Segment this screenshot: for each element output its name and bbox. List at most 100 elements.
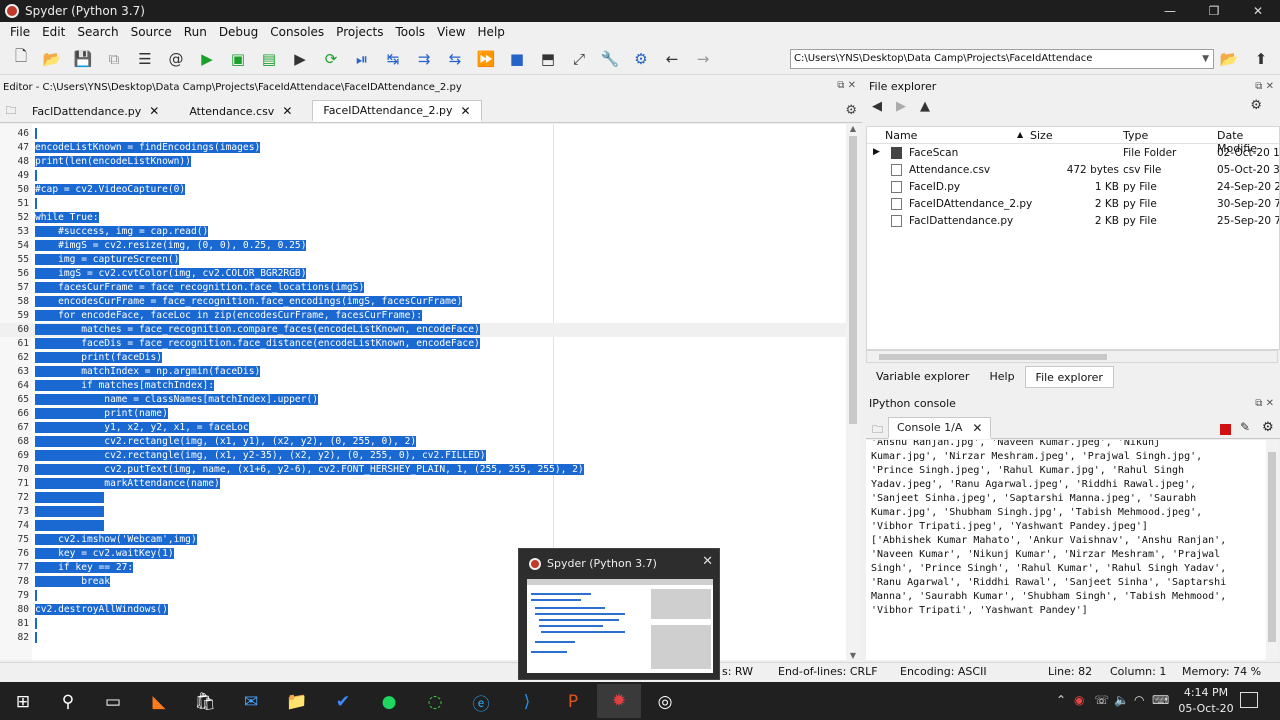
file-row[interactable]: FaclDattendance.py 2 KB py File 25-Sep-20 7… bbox=[867, 213, 1279, 230]
menu-run[interactable]: Run bbox=[178, 25, 213, 39]
taskbar-preview[interactable]: Spyder (Python 3.7) ✕ bbox=[518, 548, 720, 680]
code-line[interactable]: 71 markAttendance(name) bbox=[0, 477, 846, 491]
code-line[interactable]: 59 for encodeFace, faceLoc in zip(encode… bbox=[0, 309, 846, 323]
code-line[interactable]: 67 y1, x2, y2, x1, = faceLoc bbox=[0, 421, 846, 435]
tab-faceidattendance-2[interactable]: FaceIDAttendance_2.py ✕ bbox=[312, 100, 482, 122]
forward-icon[interactable]: → bbox=[692, 48, 714, 70]
scroll-up-icon[interactable]: ▲ bbox=[846, 124, 860, 133]
taskbar-clock[interactable]: 4:14 PM 05-Oct-20 bbox=[1176, 685, 1236, 717]
menu-consoles[interactable]: Consoles bbox=[264, 25, 330, 39]
gear-icon[interactable]: ⚙ bbox=[845, 103, 857, 118]
matlab-icon[interactable]: ◣ bbox=[148, 691, 170, 713]
todo-icon[interactable]: ✔ bbox=[332, 691, 354, 713]
menu-tools[interactable]: Tools bbox=[389, 25, 431, 39]
file-row[interactable]: Attendance.csv 472 bytes csv File 05-Oct-20… bbox=[867, 162, 1279, 179]
browse-tabs-icon[interactable]: 🗀 bbox=[0, 100, 22, 122]
run-cell-advance-icon[interactable]: ▤ bbox=[258, 48, 280, 70]
editor-scrollbar[interactable]: ▲ ▼ bbox=[846, 124, 860, 660]
forward-icon[interactable]: ▶ bbox=[896, 99, 906, 114]
code-line[interactable]: 57 facesCurFrame = face_recognition.face… bbox=[0, 281, 846, 295]
code-line[interactable]: 64 if matches[matchIndex]: bbox=[0, 379, 846, 393]
parent-directory-icon[interactable]: ▲ bbox=[920, 99, 930, 114]
console-scrollbar[interactable] bbox=[1266, 440, 1278, 660]
chevron-up-icon[interactable]: ⌃ bbox=[1056, 693, 1066, 707]
code-line[interactable]: 51 bbox=[0, 197, 846, 211]
browse-directory-icon[interactable]: 📂 bbox=[1218, 48, 1240, 70]
code-line[interactable]: 58 encodesCurFrame = face_recognition.fa… bbox=[0, 295, 846, 309]
menu-help[interactable]: Help bbox=[472, 25, 511, 39]
code-line[interactable]: 61 faceDis = face_recognition.face_dista… bbox=[0, 337, 846, 351]
file-row[interactable]: ▶ FaceScan File Folder 02-Oct-20 11 bbox=[867, 145, 1279, 162]
back-icon[interactable]: ← bbox=[661, 48, 683, 70]
code-line[interactable]: 75 cv2.imshow('Webcam',img) bbox=[0, 533, 846, 547]
tab-help[interactable]: Help bbox=[979, 366, 1024, 388]
scroll-down-icon[interactable]: ▼ bbox=[846, 651, 860, 660]
new-file-icon[interactable]: 🗋 bbox=[10, 47, 32, 70]
continue-icon[interactable]: ⏩ bbox=[475, 48, 497, 70]
outline-icon[interactable]: ☰ bbox=[134, 48, 156, 70]
code-line[interactable]: 65 name = classNames[matchIndex].upper() bbox=[0, 393, 846, 407]
spotify-icon[interactable]: ● bbox=[378, 691, 400, 713]
step-icon[interactable]: ↹ bbox=[382, 48, 404, 70]
parent-directory-icon[interactable]: ⬆ bbox=[1250, 48, 1272, 70]
wifi-icon[interactable]: ◠ bbox=[1134, 693, 1144, 707]
preview-thumbnail[interactable] bbox=[527, 579, 713, 673]
save-all-icon[interactable]: ⧉ bbox=[103, 48, 125, 70]
browse-tabs-icon[interactable]: 🗀 bbox=[872, 421, 883, 440]
task-view-icon[interactable]: ▭ bbox=[102, 691, 124, 713]
code-line[interactable]: 50 #cap = cv2.VideoCapture(0) bbox=[0, 183, 846, 197]
code-line[interactable]: 73 bbox=[0, 505, 846, 519]
step-return-icon[interactable]: ⇆ bbox=[444, 48, 466, 70]
code-line[interactable]: 49 bbox=[0, 169, 846, 183]
tab-file-explorer[interactable]: File explorer bbox=[1024, 366, 1114, 388]
file-list-scrollbar[interactable] bbox=[866, 350, 1278, 363]
tab-facldattendance[interactable]: FaclDattendance.py ✕ bbox=[22, 100, 169, 122]
tab-attendance-csv[interactable]: Attendance.csv ✕ bbox=[179, 100, 302, 122]
run-selection-icon[interactable]: ▶ bbox=[289, 48, 311, 70]
vscode-icon[interactable]: ⟩ bbox=[516, 691, 538, 713]
gear-icon[interactable]: ⚙ bbox=[1250, 98, 1262, 113]
menu-file[interactable]: File bbox=[4, 25, 36, 39]
menu-source[interactable]: Source bbox=[125, 25, 178, 39]
pane-controls-icon[interactable]: ⧉ ✕ bbox=[1255, 395, 1274, 412]
keyboard-icon[interactable]: ⌨ bbox=[1152, 693, 1169, 707]
file-row[interactable]: FaceIDAttendance_2.py 2 KB py File 30-Sep-2… bbox=[867, 196, 1279, 213]
code-line[interactable]: 56 imgS = cv2.cvtColor(img, cv2.COLOR_BG… bbox=[0, 267, 846, 281]
save-icon[interactable]: 💾 bbox=[72, 48, 94, 70]
console-output[interactable]: 'Anshu Ranjan.jpg', 'Naveen Kumar.jpeg',… bbox=[866, 440, 1266, 660]
antivirus-icon[interactable]: ◉ bbox=[1074, 693, 1084, 707]
edit-icon[interactable]: ✎ bbox=[1240, 420, 1250, 434]
code-line[interactable]: 47 encodeListKnown = findEncodings(images… bbox=[0, 141, 846, 155]
stop-debug-icon[interactable]: ■ bbox=[506, 48, 528, 70]
code-line[interactable]: 53 #success, img = cap.read() bbox=[0, 225, 846, 239]
column-name[interactable]: Name bbox=[885, 129, 917, 142]
close-icon[interactable]: ✕ bbox=[972, 421, 982, 435]
gear-icon[interactable]: ⚙ bbox=[1262, 420, 1274, 435]
code-line[interactable]: 74 bbox=[0, 519, 846, 533]
menu-edit[interactable]: Edit bbox=[36, 25, 71, 39]
store-icon[interactable]: 🛍 bbox=[194, 691, 216, 713]
code-line[interactable]: 66 print(name) bbox=[0, 407, 846, 421]
close-icon[interactable]: ✕ bbox=[702, 554, 713, 569]
step-into-icon[interactable]: ⇉ bbox=[413, 48, 435, 70]
tab-variable-explorer[interactable]: Variable explorer bbox=[866, 366, 979, 388]
pane-controls-icon[interactable]: ⧉ ✕ bbox=[837, 80, 856, 91]
code-line[interactable]: 54 #imgS = cv2.resize(img, (0, 0), 0.25,… bbox=[0, 239, 846, 253]
working-directory-input[interactable]: C:\Users\YNS\Desktop\Data Camp\Projects\… bbox=[790, 49, 1214, 69]
obs-icon[interactable]: ◎ bbox=[654, 691, 676, 713]
file-explorer-icon[interactable]: 📁 bbox=[286, 691, 308, 713]
chevron-down-icon[interactable]: ▼ bbox=[1202, 50, 1209, 68]
run-icon[interactable]: ▶ bbox=[196, 48, 218, 70]
run-cell-icon[interactable]: ▣ bbox=[227, 48, 249, 70]
menu-search[interactable]: Search bbox=[71, 25, 124, 39]
close-window-button[interactable]: ✕ bbox=[1236, 0, 1280, 22]
at-icon[interactable]: @ bbox=[165, 48, 187, 70]
close-icon[interactable]: ✕ bbox=[149, 104, 159, 118]
sync-icon[interactable]: ◌ bbox=[424, 691, 446, 713]
stop-kernel-icon[interactable] bbox=[1220, 424, 1231, 435]
menu-view[interactable]: View bbox=[431, 25, 471, 39]
restore-button[interactable]: ❐ bbox=[1192, 0, 1236, 22]
open-file-icon[interactable]: 📂 bbox=[41, 48, 63, 70]
rerun-icon[interactable]: ⟳ bbox=[320, 48, 342, 70]
code-line[interactable]: 70 cv2.putText(img, name, (x1+6, y2-6), … bbox=[0, 463, 846, 477]
